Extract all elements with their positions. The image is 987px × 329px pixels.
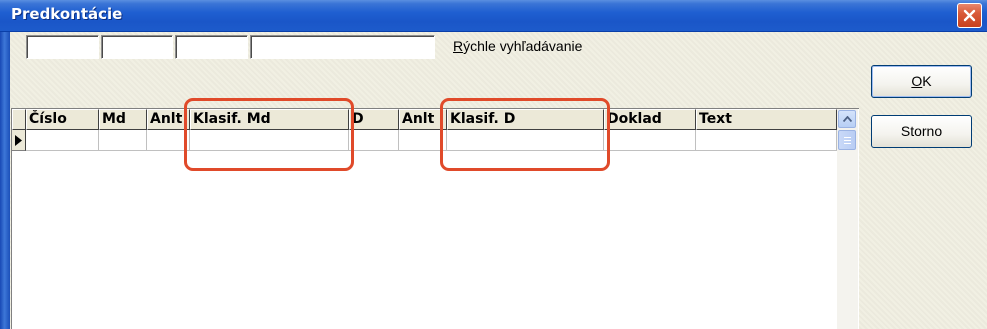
cancel-button[interactable]: Storno bbox=[871, 115, 972, 148]
highlight-klasif-d bbox=[440, 98, 610, 171]
quick-search-label: Rýchle vyhľadávanie bbox=[453, 38, 582, 54]
grid-header: Číslo Md Anlt Klasif. Md D Anlt Klasif. … bbox=[12, 109, 837, 130]
close-icon bbox=[963, 9, 976, 22]
scroll-thumb[interactable] bbox=[838, 130, 856, 150]
scroll-up-button[interactable] bbox=[838, 110, 856, 128]
ok-button-accel: O bbox=[911, 73, 923, 89]
cell-doklad[interactable] bbox=[604, 130, 696, 151]
predkontacie-grid[interactable]: Číslo Md Anlt Klasif. Md D Anlt Klasif. … bbox=[11, 108, 859, 329]
ok-button-rest: K bbox=[922, 73, 932, 89]
ok-button[interactable]: OK bbox=[871, 65, 972, 98]
column-header-md[interactable]: Md bbox=[99, 109, 147, 130]
row-indicator[interactable] bbox=[12, 130, 26, 151]
cell-md[interactable] bbox=[99, 130, 147, 151]
column-header-doklad[interactable]: Doklad bbox=[604, 109, 696, 130]
column-header-d[interactable]: D bbox=[349, 109, 399, 130]
scroll-thumb-grip bbox=[844, 140, 851, 141]
scroll-thumb-grip bbox=[844, 137, 851, 138]
title-bar[interactable]: Predkontácie bbox=[0, 0, 987, 32]
row-pointer-icon bbox=[15, 135, 22, 146]
vertical-scrollbar[interactable] bbox=[837, 109, 858, 329]
quick-search-label-accel: R bbox=[453, 38, 464, 54]
window-frame-left bbox=[0, 32, 10, 329]
header-row-indicator bbox=[12, 109, 26, 130]
window-title: Predkontácie bbox=[11, 5, 123, 23]
search-field-4[interactable] bbox=[250, 35, 435, 59]
cell-text[interactable] bbox=[696, 130, 837, 151]
quick-search-label-rest: ýchle vyhľadávanie bbox=[463, 38, 583, 54]
column-header-text[interactable]: Text bbox=[696, 109, 837, 130]
search-field-3[interactable] bbox=[175, 35, 248, 59]
scroll-thumb-grip bbox=[844, 143, 851, 144]
cell-cislo[interactable] bbox=[26, 130, 99, 151]
highlight-klasif-md bbox=[184, 98, 354, 171]
close-button[interactable] bbox=[957, 3, 982, 28]
column-header-cislo[interactable]: Číslo bbox=[26, 109, 99, 130]
search-field-1[interactable] bbox=[26, 35, 99, 59]
scroll-up-icon bbox=[843, 116, 852, 122]
search-field-2[interactable] bbox=[101, 35, 173, 59]
predkontacie-dialog: Predkontácie Rýchle vyhľadávanie OK Stor… bbox=[0, 0, 987, 329]
cell-d[interactable] bbox=[349, 130, 399, 151]
